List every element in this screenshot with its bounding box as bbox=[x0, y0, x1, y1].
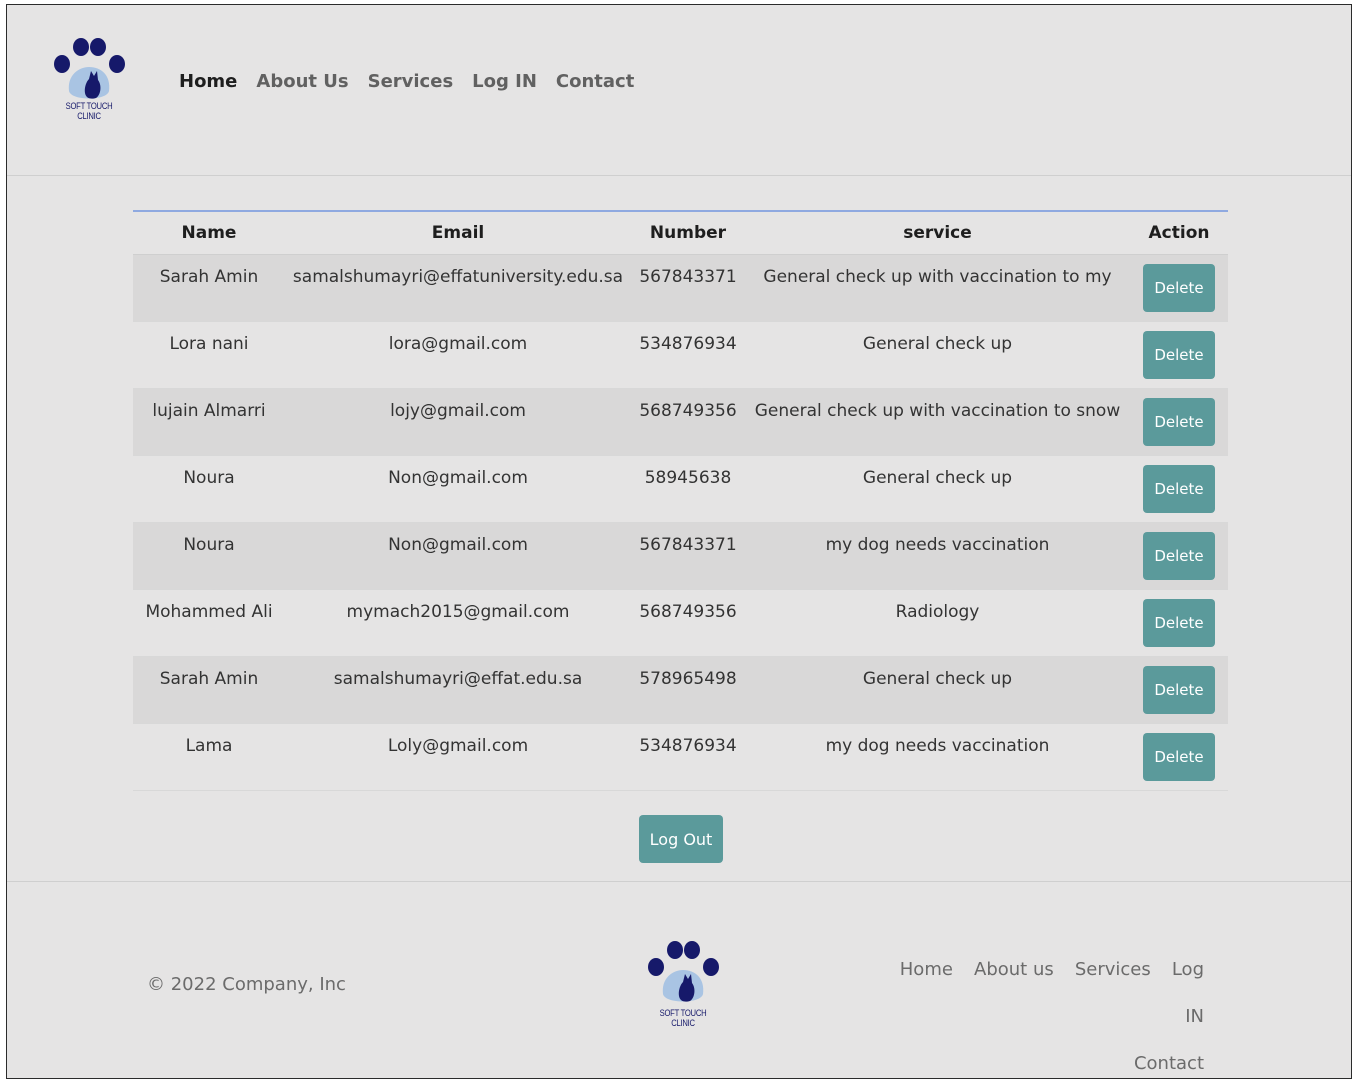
footer-link-log-in[interactable]: Log IN bbox=[1172, 959, 1204, 1027]
nav-log-in[interactable]: Log IN bbox=[472, 71, 537, 92]
cell-service: General check up bbox=[745, 656, 1130, 724]
cell-service: General check up bbox=[745, 455, 1130, 523]
cell-email: lora@gmail.com bbox=[285, 321, 631, 389]
cell-email: samalshumayri@effatuniversity.edu.sa bbox=[285, 254, 631, 322]
cell-action: Delete bbox=[1130, 522, 1228, 590]
cell-email: Non@gmail.com bbox=[285, 522, 631, 590]
header-name: Name bbox=[133, 211, 285, 255]
cell-number: 568749356 bbox=[631, 589, 745, 657]
table-row: Noura Non@gmail.com 58945638 General che… bbox=[133, 455, 1228, 523]
cell-number: 567843371 bbox=[631, 522, 745, 590]
table-row: Lora nani lora@gmail.com 534876934 Gener… bbox=[133, 321, 1228, 389]
cell-service: Radiology bbox=[745, 589, 1130, 657]
cell-name: Mohammed Ali bbox=[133, 589, 285, 657]
footer-link-about-us[interactable]: About us bbox=[974, 959, 1054, 980]
table-row: Lama Loly@gmail.com 534876934 my dog nee… bbox=[133, 723, 1228, 791]
cell-service: General check up bbox=[745, 321, 1130, 389]
table-row: Sarah Amin samalshumayri@effat.edu.sa 57… bbox=[133, 656, 1228, 724]
delete-button[interactable]: Delete bbox=[1143, 264, 1215, 312]
cell-name: Lora nani bbox=[133, 321, 285, 389]
table-row: Sarah Amin samalshumayri@effatuniversity… bbox=[133, 254, 1228, 322]
footer-link-services[interactable]: Services bbox=[1075, 959, 1151, 980]
footer-logo[interactable]: SOFT TOUCH CLINIC bbox=[643, 938, 723, 1028]
cell-name: Noura bbox=[133, 522, 285, 590]
cell-action: Delete bbox=[1130, 656, 1228, 724]
header-email: Email bbox=[285, 211, 631, 255]
appointments-table: Name Email Number service Action Sarah A… bbox=[133, 210, 1228, 791]
cell-action: Delete bbox=[1130, 321, 1228, 389]
site-header: SOFT TOUCH CLINIC Home About Us Services… bbox=[7, 5, 1351, 176]
cell-service: General check up with vaccination to sno… bbox=[745, 388, 1130, 456]
nav-home[interactable]: Home bbox=[179, 71, 237, 92]
site-footer: © 2022 Company, Inc SOFT TOUCH CLINIC Ho… bbox=[7, 881, 1351, 1082]
header-number: Number bbox=[631, 211, 745, 255]
header-service: service bbox=[745, 211, 1130, 255]
cell-name: Lama bbox=[133, 723, 285, 791]
page-frame: SOFT TOUCH CLINIC Home About Us Services… bbox=[6, 4, 1352, 1079]
cell-email: Loly@gmail.com bbox=[285, 723, 631, 791]
cell-email: Non@gmail.com bbox=[285, 455, 631, 523]
nav-contact[interactable]: Contact bbox=[556, 71, 634, 92]
cell-number: 578965498 bbox=[631, 656, 745, 724]
cell-number: 568749356 bbox=[631, 388, 745, 456]
cell-name: lujain Almarri bbox=[133, 388, 285, 456]
nav-services[interactable]: Services bbox=[368, 71, 454, 92]
cell-number: 534876934 bbox=[631, 321, 745, 389]
delete-button[interactable]: Delete bbox=[1143, 599, 1215, 647]
cell-name: Noura bbox=[133, 455, 285, 523]
footer-link-home[interactable]: Home bbox=[900, 959, 953, 980]
table-row: lujain Almarri lojy@gmail.com 568749356 … bbox=[133, 388, 1228, 456]
main-nav: Home About Us Services Log IN Contact bbox=[179, 71, 634, 92]
delete-button[interactable]: Delete bbox=[1143, 733, 1215, 781]
cell-action: Delete bbox=[1130, 455, 1228, 523]
delete-button[interactable]: Delete bbox=[1143, 666, 1215, 714]
table-row: Mohammed Ali mymach2015@gmail.com 568749… bbox=[133, 589, 1228, 657]
cell-action: Delete bbox=[1130, 388, 1228, 456]
table-row: Noura Non@gmail.com 567843371 my dog nee… bbox=[133, 522, 1228, 590]
logout-button[interactable]: Log Out bbox=[639, 815, 723, 863]
cell-action: Delete bbox=[1130, 723, 1228, 791]
delete-button[interactable]: Delete bbox=[1143, 465, 1215, 513]
cell-action: Delete bbox=[1130, 254, 1228, 322]
cell-action: Delete bbox=[1130, 589, 1228, 657]
appointments-table-wrap: Name Email Number service Action Sarah A… bbox=[133, 210, 1228, 791]
delete-button[interactable]: Delete bbox=[1143, 398, 1215, 446]
cell-email: lojy@gmail.com bbox=[285, 388, 631, 456]
delete-button[interactable]: Delete bbox=[1143, 532, 1215, 580]
table-header-row: Name Email Number service Action bbox=[133, 211, 1228, 255]
cell-number: 534876934 bbox=[631, 723, 745, 791]
cell-service: my dog needs vaccination bbox=[745, 723, 1130, 791]
cell-name: Sarah Amin bbox=[133, 254, 285, 322]
delete-button[interactable]: Delete bbox=[1143, 331, 1215, 379]
logo-text: SOFT TOUCH CLINIC bbox=[65, 101, 113, 121]
header-action: Action bbox=[1130, 211, 1228, 255]
nav-about-us[interactable]: About Us bbox=[256, 71, 348, 92]
footer-logo-text: SOFT TOUCH CLINIC bbox=[659, 1008, 707, 1028]
clinic-logo[interactable]: SOFT TOUCH CLINIC bbox=[49, 35, 129, 121]
copyright-text: © 2022 Company, Inc bbox=[147, 974, 346, 995]
paw-cat-icon bbox=[648, 941, 719, 1002]
cell-email: samalshumayri@effat.edu.sa bbox=[285, 656, 631, 724]
cell-service: General check up with vaccination to my bbox=[745, 254, 1130, 322]
paw-cat-icon bbox=[54, 38, 125, 99]
cell-service: my dog needs vaccination bbox=[745, 522, 1130, 590]
cell-number: 58945638 bbox=[631, 455, 745, 523]
footer-nav: Home About us Services Log IN Contact bbox=[874, 946, 1204, 1087]
cell-name: Sarah Amin bbox=[133, 656, 285, 724]
cell-email: mymach2015@gmail.com bbox=[285, 589, 631, 657]
cell-number: 567843371 bbox=[631, 254, 745, 322]
